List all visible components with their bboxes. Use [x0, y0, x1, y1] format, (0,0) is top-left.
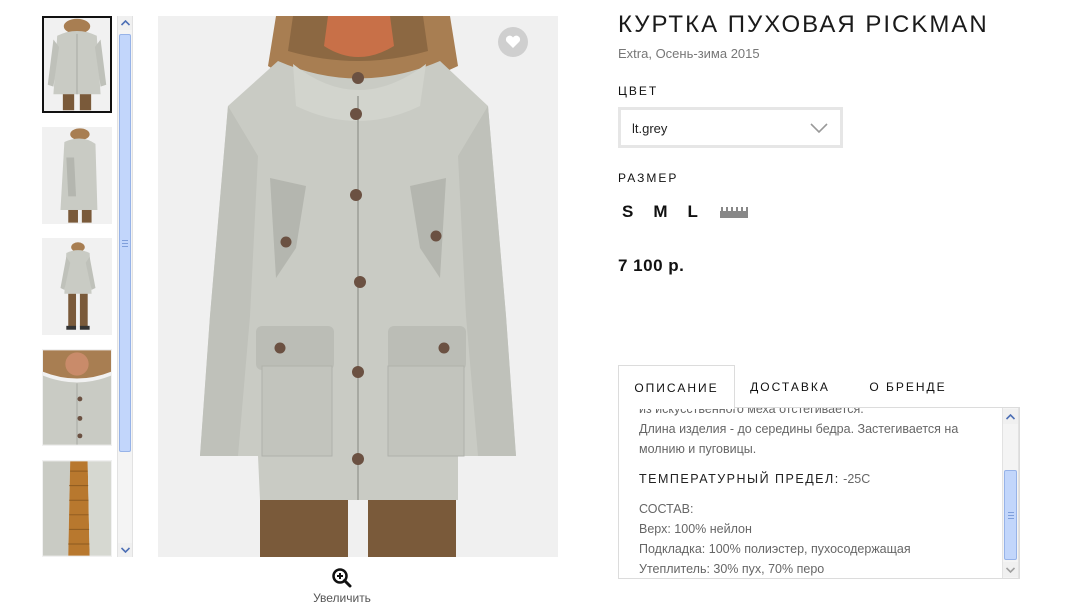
color-select-value: lt.grey — [632, 121, 668, 136]
heart-icon — [505, 35, 521, 48]
thumbnail-side-view[interactable] — [42, 127, 112, 224]
ruler-icon[interactable] — [719, 206, 748, 218]
product-title: КУРТКА ПУХОВАЯ PICKMAN — [618, 11, 989, 38]
thumbnail-hood-image — [43, 350, 111, 445]
thumbnail-full-body-image — [43, 239, 111, 334]
thumbnail-hood-detail[interactable] — [42, 349, 112, 446]
size-options: S M L — [622, 202, 748, 222]
composition-label: СОСТАВ: — [639, 502, 694, 516]
thumbnail-scrollbar-thumb[interactable] — [119, 34, 131, 452]
favorite-button[interactable] — [498, 27, 528, 57]
thumbnail-front-image — [44, 18, 110, 111]
zoom-in-icon — [332, 568, 352, 588]
description-panel: из искусственного меха отстегивается. Дл… — [618, 407, 1020, 579]
thumbnail-lining-image — [43, 461, 111, 556]
size-option-l[interactable]: L — [688, 202, 698, 222]
jacket-image — [158, 16, 558, 557]
zoom-button[interactable]: Увеличить — [310, 568, 374, 605]
arrow-up-icon[interactable] — [1003, 409, 1018, 424]
tab-about-brand[interactable]: О БРЕНДЕ — [850, 365, 966, 408]
chevron-down-icon — [810, 123, 828, 134]
arrow-down-icon[interactable] — [1003, 562, 1018, 577]
size-option-s[interactable]: S — [622, 202, 633, 222]
composition-outer: Верх: 100% нейлон — [639, 522, 752, 536]
color-label: ЦВЕТ — [618, 84, 659, 98]
description-length-1: Длина изделия - до середины бедра. Засте… — [639, 422, 959, 436]
thumbnail-lining-detail[interactable] — [42, 460, 112, 557]
thumbnail-side-image — [43, 128, 111, 223]
arrow-down-icon[interactable] — [118, 543, 132, 557]
zoom-label: Увеличить — [313, 591, 371, 605]
thumbnail-scrollbar[interactable] — [117, 16, 133, 557]
description-scrollbar-thumb[interactable] — [1004, 470, 1017, 560]
composition-lining: Подкладка: 100% полиэстер, пухосодержаща… — [639, 542, 911, 556]
main-product-image[interactable] — [158, 16, 558, 557]
arrow-up-icon[interactable] — [118, 16, 132, 30]
tab-description[interactable]: ОПИСАНИЕ — [618, 365, 735, 409]
description-length-2: молнию и пуговицы. — [639, 442, 757, 456]
tab-delivery[interactable]: ДОСТАВКА — [738, 365, 842, 408]
product-price: 7 100 р. — [618, 256, 685, 275]
temperature-limit: ТЕМПЕРАТУРНЫЙ ПРЕДЕЛ: -25С — [639, 469, 999, 489]
composition-filling: Утеплитель: 30% пух, 70% перо — [639, 562, 825, 576]
thumbnail-full-body-view[interactable] — [42, 238, 112, 335]
info-tabs: ОПИСАНИЕ ДОСТАВКА О БРЕНДЕ — [618, 365, 1020, 409]
temperature-value: -25С — [843, 472, 871, 486]
thumbnail-front-view[interactable] — [42, 16, 112, 113]
size-option-m[interactable]: M — [653, 202, 667, 222]
temperature-label: ТЕМПЕРАТУРНЫЙ ПРЕДЕЛ: — [639, 472, 840, 486]
description-content: из искусственного меха отстегивается. Дл… — [639, 408, 999, 578]
description-scrollbar[interactable] — [1002, 408, 1019, 578]
size-label: РАЗМЕР — [618, 171, 679, 185]
product-subtitle: Extra, Осень-зима 2015 — [618, 46, 760, 61]
thumbnail-list — [42, 16, 112, 557]
color-select[interactable]: lt.grey — [618, 107, 843, 148]
